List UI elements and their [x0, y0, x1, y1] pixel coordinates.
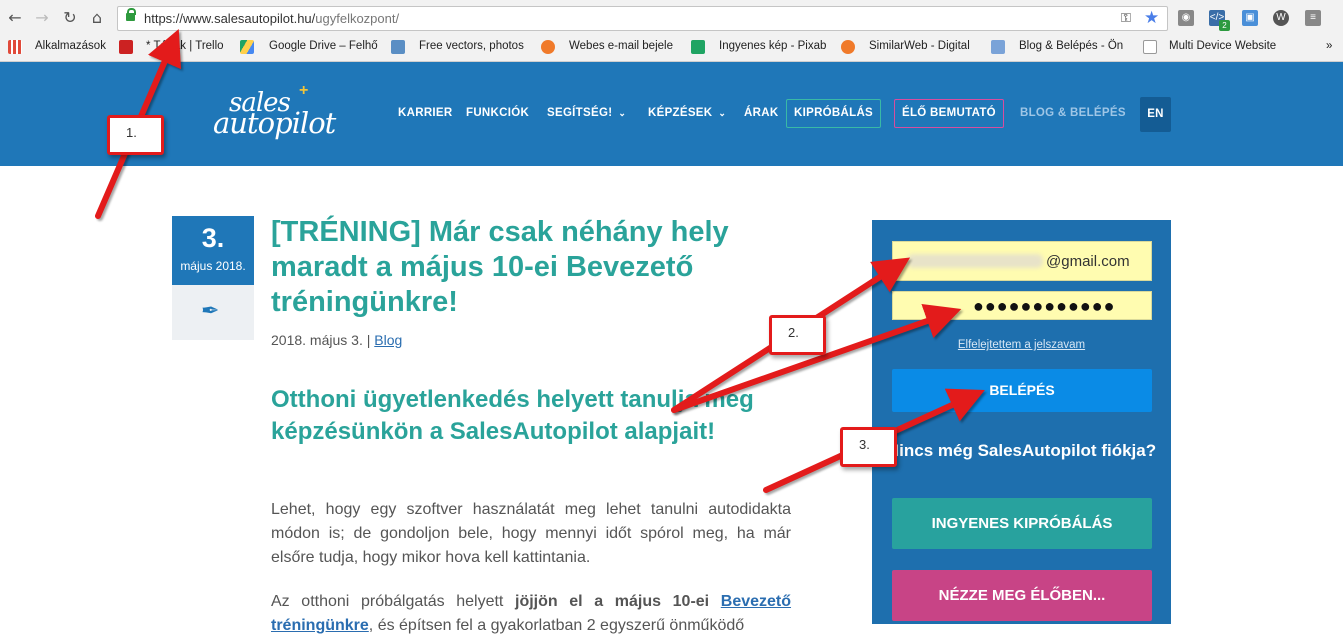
- reload-icon[interactable]: ↻: [61, 9, 79, 27]
- bookmark-trello[interactable]: * Tár ák | Trello: [146, 40, 224, 52]
- url-base: https://www.salesautopilot.hu/: [144, 11, 316, 26]
- lock-icon: [126, 8, 136, 21]
- nav-arak[interactable]: ÁRAK: [744, 107, 778, 119]
- email-domain: @gmail.com: [1046, 253, 1130, 270]
- password-mask: ●●●●●●●●●●●●: [973, 296, 1116, 316]
- login-button[interactable]: BELÉPÉS: [892, 369, 1152, 412]
- screen-extension-icon[interactable]: ▣: [1242, 10, 1258, 26]
- post-paragraph-1: Lehet, hogy egy szoftver használatát meg…: [271, 501, 791, 566]
- post-meta-separator: |: [366, 332, 371, 348]
- bookmark-blog[interactable]: Blog & Belépés - Ön: [1019, 40, 1123, 52]
- nav-kepzesek[interactable]: KÉPZÉSEK ⌄: [648, 107, 726, 119]
- key-icon[interactable]: ⚿: [1121, 10, 1131, 26]
- trello-icon: [119, 40, 133, 54]
- post-date-box: 3. május 2018.: [172, 216, 254, 285]
- more-bookmarks-icon[interactable]: »: [1326, 40, 1332, 52]
- url-text[interactable]: https://www.salesautopilot.hu/ugyfelkozp…: [144, 11, 399, 26]
- forgot-password-link[interactable]: Elfelejtettem a jelszavam: [872, 339, 1171, 351]
- callout-1-label: 1.: [126, 125, 137, 140]
- email-icon: [541, 40, 555, 54]
- logo-line2: autopilot: [213, 106, 336, 140]
- p2-bold: jöjjön el a május 10-ei: [515, 593, 721, 610]
- address-bar[interactable]: https://www.salesautopilot.hu/ugyfelkozp…: [117, 6, 1168, 31]
- login-panel: @gmail.com ●●●●●●●●●●●● Elfelejtettem a …: [872, 220, 1171, 624]
- pen-icon: ✒: [201, 299, 220, 324]
- blog-icon: [991, 40, 1005, 54]
- wordpress-extension-icon[interactable]: W: [1273, 10, 1289, 26]
- callout-1: 1.: [107, 115, 164, 155]
- post-title[interactable]: [TRÉNING] Már csak néhány hely maradt a …: [271, 215, 791, 320]
- password-field[interactable]: ●●●●●●●●●●●●: [892, 291, 1152, 320]
- nav-karrier[interactable]: KARRIER: [398, 107, 453, 119]
- callout-3: 3.: [840, 427, 897, 467]
- post-month: május 2018.: [180, 259, 246, 273]
- similarweb-icon: [841, 40, 855, 54]
- no-account-text: Nincs még SalesAutopilot fiókja?: [886, 441, 1157, 460]
- logo-plus-icon: +: [299, 82, 309, 99]
- chevron-down-icon: ⌄: [618, 108, 627, 118]
- nav-elo-bemutato-button[interactable]: ÉLŐ BEMUTATÓ: [894, 99, 1004, 128]
- site-header: sales + autopilot KARRIER FUNKCIÓK SEGÍT…: [0, 62, 1343, 166]
- post-paragraph-2: Az otthoni próbálgatás helyett jöjjön el…: [271, 590, 791, 638]
- back-icon[interactable]: ←: [6, 9, 24, 27]
- post-meta: 2018. május 3. | Blog: [271, 332, 402, 348]
- nav-segitseg-label: SEGÍTSÉG!: [547, 107, 613, 119]
- callout-2: 2.: [769, 315, 826, 355]
- nav-segitseg[interactable]: SEGÍTSÉG! ⌄: [547, 107, 626, 119]
- apps-icon[interactable]: [8, 40, 22, 54]
- post-format-box: ✒: [172, 285, 254, 340]
- bookmark-apps[interactable]: Alkalmazások: [35, 40, 106, 52]
- nav-funkciok[interactable]: FUNKCIÓK: [466, 107, 529, 119]
- bookmark-freepik[interactable]: Free vectors, photos: [419, 40, 524, 52]
- drive-icon: [240, 40, 254, 54]
- bookmark-similarweb[interactable]: SimilarWeb - Digital: [869, 40, 970, 52]
- callout-2-label: 2.: [788, 325, 799, 340]
- live-demo-button[interactable]: NÉZZE MEG ÉLŐBEN...: [892, 570, 1152, 621]
- home-icon[interactable]: ⌂: [88, 9, 106, 27]
- browser-chrome: ← → ↻ ⌂ https://www.salesautopilot.hu/ug…: [0, 0, 1343, 62]
- nav-kiprobalas-button[interactable]: KIPRÓBÁLÁS: [786, 99, 882, 128]
- salesautopilot-logo[interactable]: sales + autopilot: [211, 82, 356, 142]
- url-path: ugyfelkozpont/: [315, 11, 400, 26]
- p2-text-c: , és építsen fel a gyakorlatban 2 egysze…: [368, 617, 745, 634]
- post-category-link[interactable]: Blog: [374, 332, 402, 348]
- post-day: 3.: [201, 223, 225, 253]
- freepik-icon: [391, 40, 405, 54]
- post-subtitle: Otthoni ügyetlenkedés helyett tanulja me…: [271, 386, 754, 445]
- bookmark-star-icon[interactable]: ★: [1144, 8, 1159, 28]
- forward-icon[interactable]: →: [33, 9, 51, 27]
- bookmark-drive[interactable]: Google Drive – Felhő: [269, 40, 378, 52]
- email-blurred-local-part: [907, 254, 1043, 268]
- bookmark-pixabay[interactable]: Ingyenes kép - Pixab: [719, 40, 826, 52]
- camera-extension-icon[interactable]: ◉: [1178, 10, 1194, 26]
- nav-blog-belepes[interactable]: BLOG & BELÉPÉS: [1020, 107, 1126, 119]
- bookmark-email[interactable]: Webes e-mail bejele: [569, 40, 673, 52]
- page-icon: [1143, 40, 1157, 54]
- post-meta-date: 2018. május 3.: [271, 332, 363, 348]
- language-en-button[interactable]: EN: [1140, 97, 1171, 132]
- email-field[interactable]: @gmail.com: [892, 241, 1152, 281]
- nav-kepzesek-label: KÉPZÉSEK: [648, 107, 713, 119]
- free-trial-button[interactable]: INGYENES KIPRÓBÁLÁS: [892, 498, 1152, 549]
- bookmark-multidevice[interactable]: Multi Device Website: [1169, 40, 1276, 52]
- menu-icon[interactable]: ≡: [1305, 10, 1321, 26]
- bookmarks-bar: Alkalmazások * Tár ák | Trello Google Dr…: [0, 38, 1343, 58]
- chevron-down-icon: ⌄: [718, 108, 727, 118]
- p2-text-a: Az otthoni próbálgatás helyett: [271, 593, 515, 610]
- callout-3-label: 3.: [859, 437, 870, 452]
- extension-badge: 2: [1219, 20, 1230, 31]
- pixabay-icon: [691, 40, 705, 54]
